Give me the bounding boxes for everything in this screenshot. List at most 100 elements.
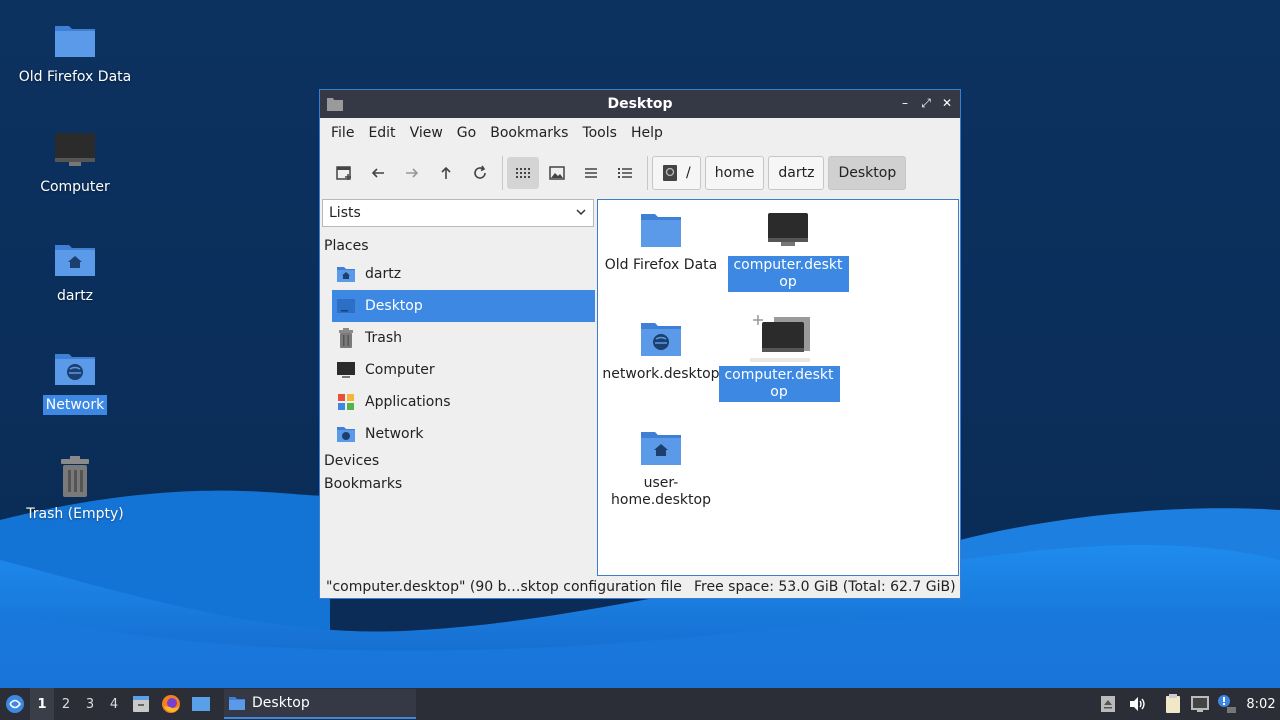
workspace-4[interactable]: 4 — [102, 688, 126, 720]
firefox-launcher[interactable] — [156, 688, 186, 720]
window-title: Desktop — [607, 96, 673, 112]
taskbar-window-desktop[interactable]: Desktop — [224, 689, 416, 719]
menu-go[interactable]: Go — [450, 118, 483, 148]
status-selection-info: "computer.desktop" (90 b…sktop configura… — [326, 579, 682, 595]
new-tab-button[interactable] — [328, 157, 360, 189]
file-item-label: computer.desktop — [718, 366, 840, 402]
menu-tools[interactable]: Tools — [575, 118, 624, 148]
tray-volume-button[interactable] — [1126, 688, 1148, 720]
file-item-network-desktop[interactable]: network.desktop — [600, 315, 722, 384]
menu-help[interactable]: Help — [624, 118, 670, 148]
desktop-icon-trash[interactable]: Trash (Empty) — [10, 453, 140, 524]
update-notification-icon — [1218, 695, 1236, 713]
home-folder-icon — [51, 235, 99, 283]
sidebar-item-label: Network — [365, 426, 424, 442]
workspace-2[interactable]: 2 — [54, 688, 78, 720]
status-free-space: Free space: 53.0 GiB (Total: 62.7 GiB) — [694, 579, 956, 595]
sidebar-item-network[interactable]: Network — [332, 418, 595, 450]
desktop-icon-computer[interactable]: Computer — [10, 126, 140, 197]
file-manager-window[interactable]: Desktop – ⤢ ✕ File Edit View Go Bookmark… — [319, 89, 961, 599]
workspace-1[interactable]: 1 — [30, 688, 54, 720]
monitor-icon — [51, 126, 99, 174]
applications-icon — [336, 392, 356, 412]
file-item-old-firefox-data[interactable]: Old Firefox Data — [600, 206, 722, 275]
show-desktop-button[interactable] — [186, 688, 216, 720]
menubar: File Edit View Go Bookmarks Tools Help — [320, 118, 960, 148]
taskbar: 1 2 3 4 Desktop 8:02 — [0, 688, 1280, 720]
file-item-label: Old Firefox Data — [604, 257, 718, 273]
detailed-list-view-button[interactable] — [609, 157, 641, 189]
distro-logo-icon — [6, 695, 24, 713]
desktop-icon-network[interactable]: Network — [10, 344, 140, 415]
drag-copy-icon — [748, 312, 810, 364]
tray-clock[interactable]: 8:02 — [1242, 688, 1280, 720]
workspace-3[interactable]: 3 — [78, 688, 102, 720]
menu-edit[interactable]: Edit — [361, 118, 402, 148]
tray-clipboard-button[interactable] — [1162, 688, 1184, 720]
window-titlebar[interactable]: Desktop – ⤢ ✕ — [320, 90, 960, 118]
thumbnail-view-button[interactable] — [541, 157, 573, 189]
sidebar-item-applications[interactable]: Applications — [332, 386, 595, 418]
monitor-icon — [336, 360, 356, 380]
sidebar-item-dartz[interactable]: dartz — [332, 258, 595, 290]
statusbar: "computer.desktop" (90 b…sktop configura… — [320, 576, 960, 598]
icon-view-button[interactable] — [507, 157, 539, 189]
breadcrumb-root-label: / — [686, 165, 691, 181]
desktop-icon-label: dartz — [56, 288, 94, 304]
sidebar-places-header[interactable]: Places — [324, 238, 369, 254]
network-folder-icon — [336, 424, 356, 444]
desktop-icon-old-firefox-data[interactable]: Old Firefox Data — [10, 16, 140, 87]
sidebar-mode-select[interactable]: Lists — [322, 199, 594, 227]
reload-button[interactable] — [464, 157, 496, 189]
folder-icon — [51, 16, 99, 64]
arrow-left-icon — [371, 168, 384, 178]
breadcrumb-home[interactable]: home — [704, 156, 765, 190]
sidebar-bookmarks-header[interactable]: Bookmarks — [324, 476, 402, 492]
desktop-icon-dartz[interactable]: dartz — [10, 235, 140, 306]
desktop-icon-label: Trash (Empty) — [26, 506, 124, 522]
toolbar-separator — [647, 156, 648, 190]
file-item-computer-desktop[interactable]: computer.desktop — [727, 206, 849, 292]
tray-eject-button[interactable] — [1098, 688, 1118, 720]
sidebar-devices-header[interactable]: Devices — [324, 453, 379, 469]
file-view[interactable]: Old Firefox Data computer.desktop networ… — [597, 199, 959, 576]
desktop-icon — [336, 296, 356, 316]
menu-view[interactable]: View — [403, 118, 450, 148]
sidebar-item-trash[interactable]: Trash — [332, 322, 595, 354]
sidebar-item-computer[interactable]: Computer — [332, 354, 595, 386]
file-item-user-home-desktop[interactable]: user-home.desktop — [600, 424, 722, 510]
desktop-icon — [192, 697, 210, 711]
drive-icon — [663, 165, 677, 181]
tray-updates-button[interactable] — [1214, 688, 1238, 720]
list-icon — [585, 168, 597, 178]
eject-icon — [1101, 696, 1115, 712]
new-tab-icon — [336, 166, 351, 180]
network-folder-icon — [51, 344, 99, 392]
file-item-label: user-home.desktop — [611, 475, 711, 508]
breadcrumb-dartz[interactable]: dartz — [768, 156, 825, 190]
folder-icon — [637, 206, 685, 254]
breadcrumb-root[interactable]: / — [652, 156, 701, 190]
file-manager-launcher[interactable] — [126, 688, 156, 720]
home-folder-icon — [336, 264, 356, 284]
close-button[interactable]: ✕ — [940, 96, 954, 110]
tray-network-button[interactable] — [1188, 688, 1212, 720]
menu-bookmarks[interactable]: Bookmarks — [483, 118, 575, 148]
dragged-file-item[interactable]: computer.desktop — [718, 312, 840, 402]
forward-button[interactable] — [396, 157, 428, 189]
minimize-button[interactable]: – — [898, 96, 912, 110]
compact-view-button[interactable] — [575, 157, 607, 189]
desktop-icon-label: Network — [42, 395, 108, 415]
sidebar-item-desktop[interactable]: Desktop — [332, 290, 595, 322]
sidebar-item-label: Trash — [365, 330, 402, 346]
back-button[interactable] — [362, 157, 394, 189]
desktop-icon-label: Old Firefox Data — [18, 69, 132, 85]
sidebar-item-label: Computer — [365, 362, 435, 378]
maximize-button[interactable]: ⤢ — [919, 96, 933, 110]
start-menu-button[interactable] — [0, 688, 30, 720]
breadcrumb-desktop[interactable]: Desktop — [828, 156, 907, 190]
grid-icon — [516, 168, 530, 178]
up-button[interactable] — [430, 157, 462, 189]
menu-file[interactable]: File — [324, 118, 361, 148]
reload-icon — [474, 165, 486, 179]
